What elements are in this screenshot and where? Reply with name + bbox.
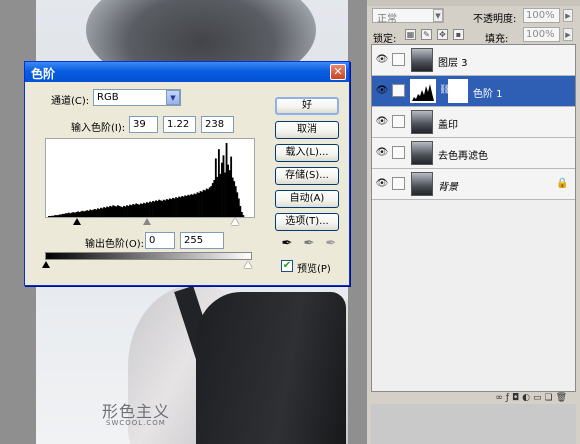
eye-icon[interactable]: 👁: [375, 178, 389, 190]
link-icon[interactable]: ∞: [495, 393, 506, 403]
eye-icon[interactable]: 👁: [375, 85, 389, 97]
lock-position-icon[interactable]: ✥: [437, 29, 448, 40]
chevron-right-icon[interactable]: ▶: [563, 28, 573, 41]
eye-icon[interactable]: 👁: [375, 147, 389, 159]
mask-icon[interactable]: ◘: [512, 393, 522, 403]
levels-mini-histogram: [412, 84, 434, 101]
layers-list: 👁 图层 3 👁 ⛓ 色阶 1 👁 盖印 👁 去色再滤色 👁 背景 🔒: [371, 44, 576, 392]
layer-name: 色阶 1: [473, 89, 503, 100]
layer-mask-thumbnail[interactable]: [448, 79, 468, 103]
photoshop-workspace: 形色主义 SWCOOL.COM 色阶 ✕ 通道(C): RGB ▼ 输入色阶(I…: [0, 0, 580, 444]
eye-icon[interactable]: 👁: [375, 116, 389, 128]
cancel-button[interactable]: 取消: [275, 121, 339, 139]
chevron-down-icon[interactable]: ▼: [166, 90, 180, 105]
watermark-url: SWCOOL.COM: [106, 419, 166, 427]
new-layer-icon[interactable]: ❏: [544, 393, 555, 403]
save-button[interactable]: 存储(S)...: [275, 167, 339, 185]
ok-button[interactable]: 好: [275, 97, 339, 115]
input-black-field[interactable]: 39: [129, 116, 158, 133]
opacity-field[interactable]: 100%: [523, 8, 560, 23]
output-white-field[interactable]: 255: [180, 232, 224, 249]
levels-adjustment-icon: [410, 79, 436, 103]
eye-icon[interactable]: 👁: [375, 54, 389, 66]
auto-button[interactable]: 自动(A): [275, 190, 339, 208]
layers-panel: 正常 ▼ 不透明度: 100% ▶ 锁定: ▦ ✎ ✥ ▪ 填充: 100% ▶…: [367, 0, 580, 444]
load-button[interactable]: 载入(L)...: [275, 144, 339, 162]
output-black-field[interactable]: 0: [145, 232, 175, 249]
layer-name: 盖印: [438, 120, 458, 131]
histogram-graph: [48, 143, 245, 217]
input-gamma-field[interactable]: 1.22: [163, 116, 196, 133]
lock-label: 锁定:: [373, 34, 397, 45]
output-black-handle[interactable]: [42, 261, 50, 268]
layer-row[interactable]: 👁 背景 🔒: [372, 169, 575, 200]
panel-tabs[interactable]: [367, 0, 580, 6]
gray-eyedropper-icon[interactable]: ✒: [301, 236, 317, 252]
layer-thumbnail: [411, 48, 433, 72]
white-point-handle[interactable]: [231, 218, 239, 225]
panel-empty-area: [371, 404, 576, 444]
link-box[interactable]: [392, 115, 405, 128]
chevron-right-icon[interactable]: ▶: [563, 9, 573, 22]
channel-label: 通道(C):: [51, 96, 90, 107]
preview-checkbox[interactable]: ✔: [281, 260, 293, 272]
layer-name: 背景: [438, 182, 458, 193]
close-icon[interactable]: ✕: [330, 64, 346, 80]
layer-row[interactable]: 👁 去色再滤色: [372, 138, 575, 169]
output-white-handle[interactable]: [244, 261, 252, 268]
panel-toolbar: ∞ƒ◘◐▭❏🗑: [371, 392, 576, 404]
adjustment-icon[interactable]: ◐: [522, 393, 533, 403]
layer-thumbnail: [411, 141, 433, 165]
histogram: [45, 138, 255, 218]
dress-shape: [196, 292, 346, 444]
output-slider[interactable]: [42, 261, 255, 270]
brush-box[interactable]: [392, 84, 405, 97]
layer-row[interactable]: 👁 图层 3: [372, 45, 575, 76]
trash-icon[interactable]: 🗑: [556, 393, 570, 403]
opacity-label: 不透明度:: [473, 14, 517, 25]
black-eyedropper-icon[interactable]: ✒: [279, 236, 295, 252]
fill-field[interactable]: 100%: [523, 27, 560, 42]
layer-row[interactable]: 👁 盖印: [372, 107, 575, 138]
lock-pixels-icon[interactable]: ✎: [421, 29, 432, 40]
black-point-handle[interactable]: [73, 218, 81, 225]
lock-all-icon[interactable]: ▪: [453, 29, 464, 40]
link-box[interactable]: [392, 146, 405, 159]
options-button[interactable]: 选项(T)...: [275, 213, 339, 231]
histogram-bar: [242, 215, 245, 217]
input-levels-label: 输入色阶(I):: [71, 123, 126, 134]
layer-thumbnail: [411, 110, 433, 134]
output-levels-label: 输出色阶(O):: [85, 239, 145, 250]
input-slider[interactable]: [45, 218, 255, 227]
output-gradient: [45, 252, 252, 260]
gamma-handle[interactable]: [143, 218, 151, 225]
layer-name: 图层 3: [438, 58, 468, 69]
layer-name: 去色再滤色: [438, 151, 488, 162]
lock-transparency-icon[interactable]: ▦: [405, 29, 416, 40]
lock-icon: 🔒: [556, 178, 569, 189]
fill-label: 填充:: [485, 34, 509, 45]
link-box[interactable]: [392, 177, 405, 190]
preview-label: 预览(P): [297, 264, 331, 275]
chevron-down-icon[interactable]: ▼: [433, 9, 443, 22]
folder-icon[interactable]: ▭: [533, 393, 545, 403]
levels-dialog: 色阶 ✕ 通道(C): RGB ▼ 输入色阶(I): 39 1.22 238 输…: [24, 61, 350, 286]
white-eyedropper-icon[interactable]: ✒: [323, 236, 339, 252]
dialog-title: 色阶: [25, 62, 349, 82]
layer-thumbnail: [411, 172, 433, 196]
link-box[interactable]: [392, 53, 405, 66]
layer-row-selected[interactable]: 👁 ⛓ 色阶 1: [372, 76, 575, 107]
input-white-field[interactable]: 238: [201, 116, 234, 133]
